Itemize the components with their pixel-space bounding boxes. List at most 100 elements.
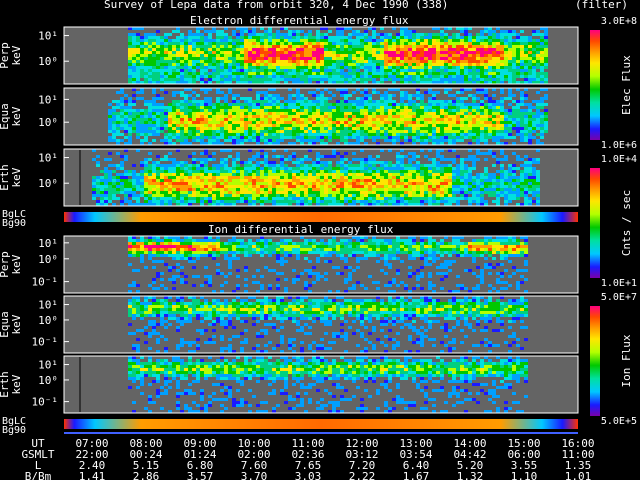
spectrogram-cell [308, 194, 312, 197]
spectrogram-cell [124, 188, 128, 191]
spectrogram-cell [508, 78, 512, 81]
spectrogram-cell [276, 133, 280, 136]
spectrogram-cell [300, 197, 304, 200]
spectrogram-cell [376, 185, 380, 188]
spectrogram-cell [412, 136, 416, 139]
spectrogram-cell [464, 36, 468, 39]
spectrogram-cell [240, 45, 244, 48]
spectrogram-cell [264, 182, 268, 185]
spectrogram-cell [128, 78, 132, 81]
spectrogram-cell [516, 121, 520, 124]
spectrogram-cell [240, 54, 244, 57]
spectrogram-cell [340, 170, 344, 173]
spectrogram-cell [540, 33, 544, 36]
spectrogram-cell [376, 182, 380, 185]
spectrogram-cell [352, 48, 356, 51]
spectrogram-cell [372, 72, 376, 75]
spectrogram-cell [488, 45, 492, 48]
spectrogram-cell [464, 176, 468, 179]
spectrogram-cell [292, 127, 296, 130]
spectrogram-cell [428, 115, 432, 118]
spectrogram-cell [436, 60, 440, 63]
spectrogram-cell [468, 127, 472, 130]
spectrogram-cell [500, 91, 504, 94]
spectrogram-cell [308, 112, 312, 115]
spectrogram-cell [308, 36, 312, 39]
spectrogram-cell [432, 115, 436, 118]
spectrogram-cell [136, 121, 140, 124]
spectrogram-cell [288, 155, 292, 158]
spectrogram-cell [168, 48, 172, 51]
spectrogram-cell [412, 118, 416, 121]
spectrogram-cell [392, 106, 396, 109]
spectrogram-cell [416, 63, 420, 66]
spectrogram-cell [368, 97, 372, 100]
spectrogram-cell [436, 57, 440, 60]
spectrogram-cell [500, 121, 504, 124]
spectrogram-cell [484, 118, 488, 121]
spectrogram-cell [256, 194, 260, 197]
spectrogram-cell [480, 63, 484, 66]
spectrogram-cell [324, 194, 328, 197]
spectrogram-cell [152, 164, 156, 167]
spectrogram-cell [400, 115, 404, 118]
spectrogram-cell [408, 115, 412, 118]
spectrogram-cell [232, 112, 236, 115]
spectrogram-cell [448, 115, 452, 118]
spectrogram-cell [304, 194, 308, 197]
spectrogram-cell [236, 194, 240, 197]
spectrogram-cell [116, 197, 120, 200]
spectrogram-cell [456, 33, 460, 36]
spectrogram-cell [532, 124, 536, 127]
spectrogram-cell [120, 185, 124, 188]
spectrogram-cell [472, 54, 476, 57]
spectrogram-cell [332, 124, 336, 127]
spectrogram-cell [296, 170, 300, 173]
spectrogram-cell [372, 185, 376, 188]
spectrogram-cell [408, 75, 412, 78]
spectrogram-cell [272, 200, 276, 203]
spectrogram-cell [224, 115, 228, 118]
spectrogram-cell [180, 118, 184, 121]
spectrogram-cell [268, 36, 272, 39]
spectrogram-cell [388, 36, 392, 39]
spectrogram-cell [468, 185, 472, 188]
spectrogram-cell [316, 188, 320, 191]
spectrogram-cell [140, 161, 144, 164]
spectrogram-cell [232, 118, 236, 121]
spectrogram-cell [172, 191, 176, 194]
spectrogram-cell [188, 39, 192, 42]
spectrogram-cell [332, 115, 336, 118]
spectrogram-cell [368, 133, 372, 136]
spectrogram-cell [492, 66, 496, 69]
spectrogram-cell [228, 191, 232, 194]
spectrogram-cell [428, 103, 432, 106]
spectrogram-cell [528, 118, 532, 121]
spectrogram-cell [200, 69, 204, 72]
spectrogram-cell [448, 167, 452, 170]
spectrogram-cell [132, 109, 136, 112]
spectrogram-cell [164, 121, 168, 124]
spectrogram-cell [436, 78, 440, 81]
spectrogram-cell [156, 194, 160, 197]
spectrogram-cell [484, 48, 488, 51]
spectrogram-cell [448, 100, 452, 103]
spectrogram-cell [276, 72, 280, 75]
spectrogram-cell [356, 33, 360, 36]
spectrogram-cell [404, 91, 408, 94]
spectrogram-cell [452, 100, 456, 103]
spectrogram-cell [352, 197, 356, 200]
spectrogram-cell [356, 112, 360, 115]
spectrogram-cell [228, 115, 232, 118]
spectrogram-cell [156, 66, 160, 69]
spectrogram-cell [404, 33, 408, 36]
spectrogram-cell [132, 188, 136, 191]
spectrogram-cell [116, 152, 120, 155]
spectrogram-cell [372, 39, 376, 42]
spectrogram-cell [180, 33, 184, 36]
spectrogram-cell [316, 48, 320, 51]
spectrogram-cell [148, 124, 152, 127]
spectrogram-cell [236, 121, 240, 124]
spectrogram-cell [480, 66, 484, 69]
spectrogram-cell [372, 30, 376, 33]
